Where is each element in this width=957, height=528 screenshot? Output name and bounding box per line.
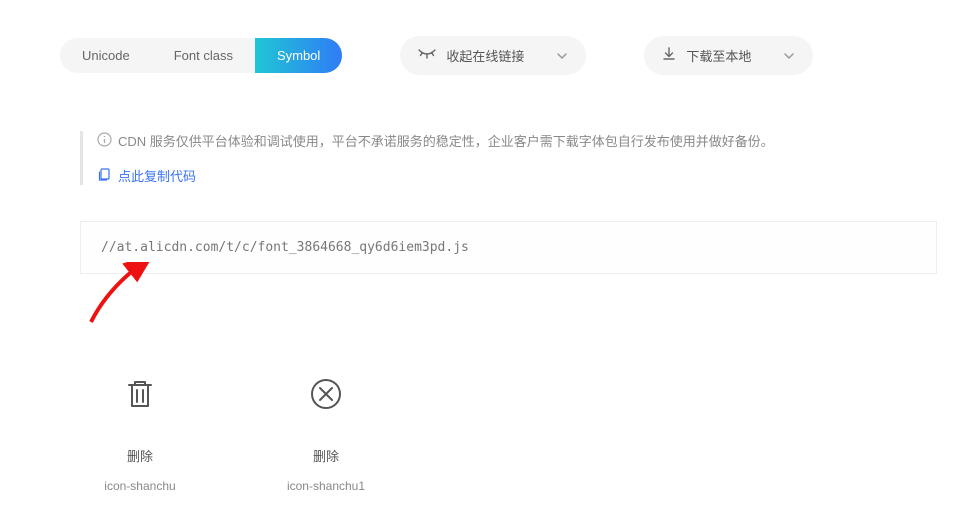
- info-icon: [97, 132, 112, 150]
- copy-icon: [97, 167, 112, 185]
- icon-label: 删除: [127, 446, 153, 465]
- download-icon: [662, 47, 676, 64]
- tab-unicode[interactable]: Unicode: [60, 38, 152, 73]
- cdn-url: //at.alicdn.com/t/c/font_3864668_qy6d6ie…: [101, 240, 469, 255]
- collapse-online-link-button[interactable]: 收起在线链接: [400, 36, 586, 75]
- icon-class-name: icon-shanchu: [104, 479, 175, 493]
- icon-grid: 删除 icon-shanchu 删除 icon-shanchu1: [90, 374, 957, 493]
- download-local-button[interactable]: 下载至本地: [644, 36, 813, 75]
- collapse-label: 收起在线链接: [446, 46, 524, 65]
- icon-label: 删除: [313, 446, 339, 465]
- eye-closed-icon: [418, 48, 436, 63]
- icon-class-name: icon-shanchu1: [287, 479, 365, 493]
- chevron-down-icon: [556, 52, 568, 60]
- notice-text: CDN 服务仅供平台体验和调试使用，平台不承诺服务的稳定性，企业客户需下载字体包…: [118, 131, 774, 150]
- icon-cell-shanchu[interactable]: 删除 icon-shanchu: [90, 374, 190, 493]
- code-type-tabs: Unicode Font class Symbol: [60, 38, 342, 73]
- icon-cell-shanchu1[interactable]: 删除 icon-shanchu1: [276, 374, 376, 493]
- copy-code-link[interactable]: 点此复制代码: [97, 166, 897, 185]
- tab-symbol[interactable]: Symbol: [255, 38, 342, 73]
- tab-font-class[interactable]: Font class: [152, 38, 255, 73]
- trash-icon: [120, 374, 160, 414]
- cdn-notice: CDN 服务仅供平台体验和调试使用，平台不承诺服务的稳定性，企业客户需下载字体包…: [80, 131, 897, 185]
- toolbar: Unicode Font class Symbol 收起在线链接 下载至本地: [0, 0, 957, 75]
- chevron-down-icon: [783, 52, 795, 60]
- download-label: 下载至本地: [686, 46, 751, 65]
- copy-code-label: 点此复制代码: [118, 166, 196, 185]
- cdn-url-box[interactable]: //at.alicdn.com/t/c/font_3864668_qy6d6ie…: [80, 221, 937, 274]
- x-circle-icon: [306, 374, 346, 414]
